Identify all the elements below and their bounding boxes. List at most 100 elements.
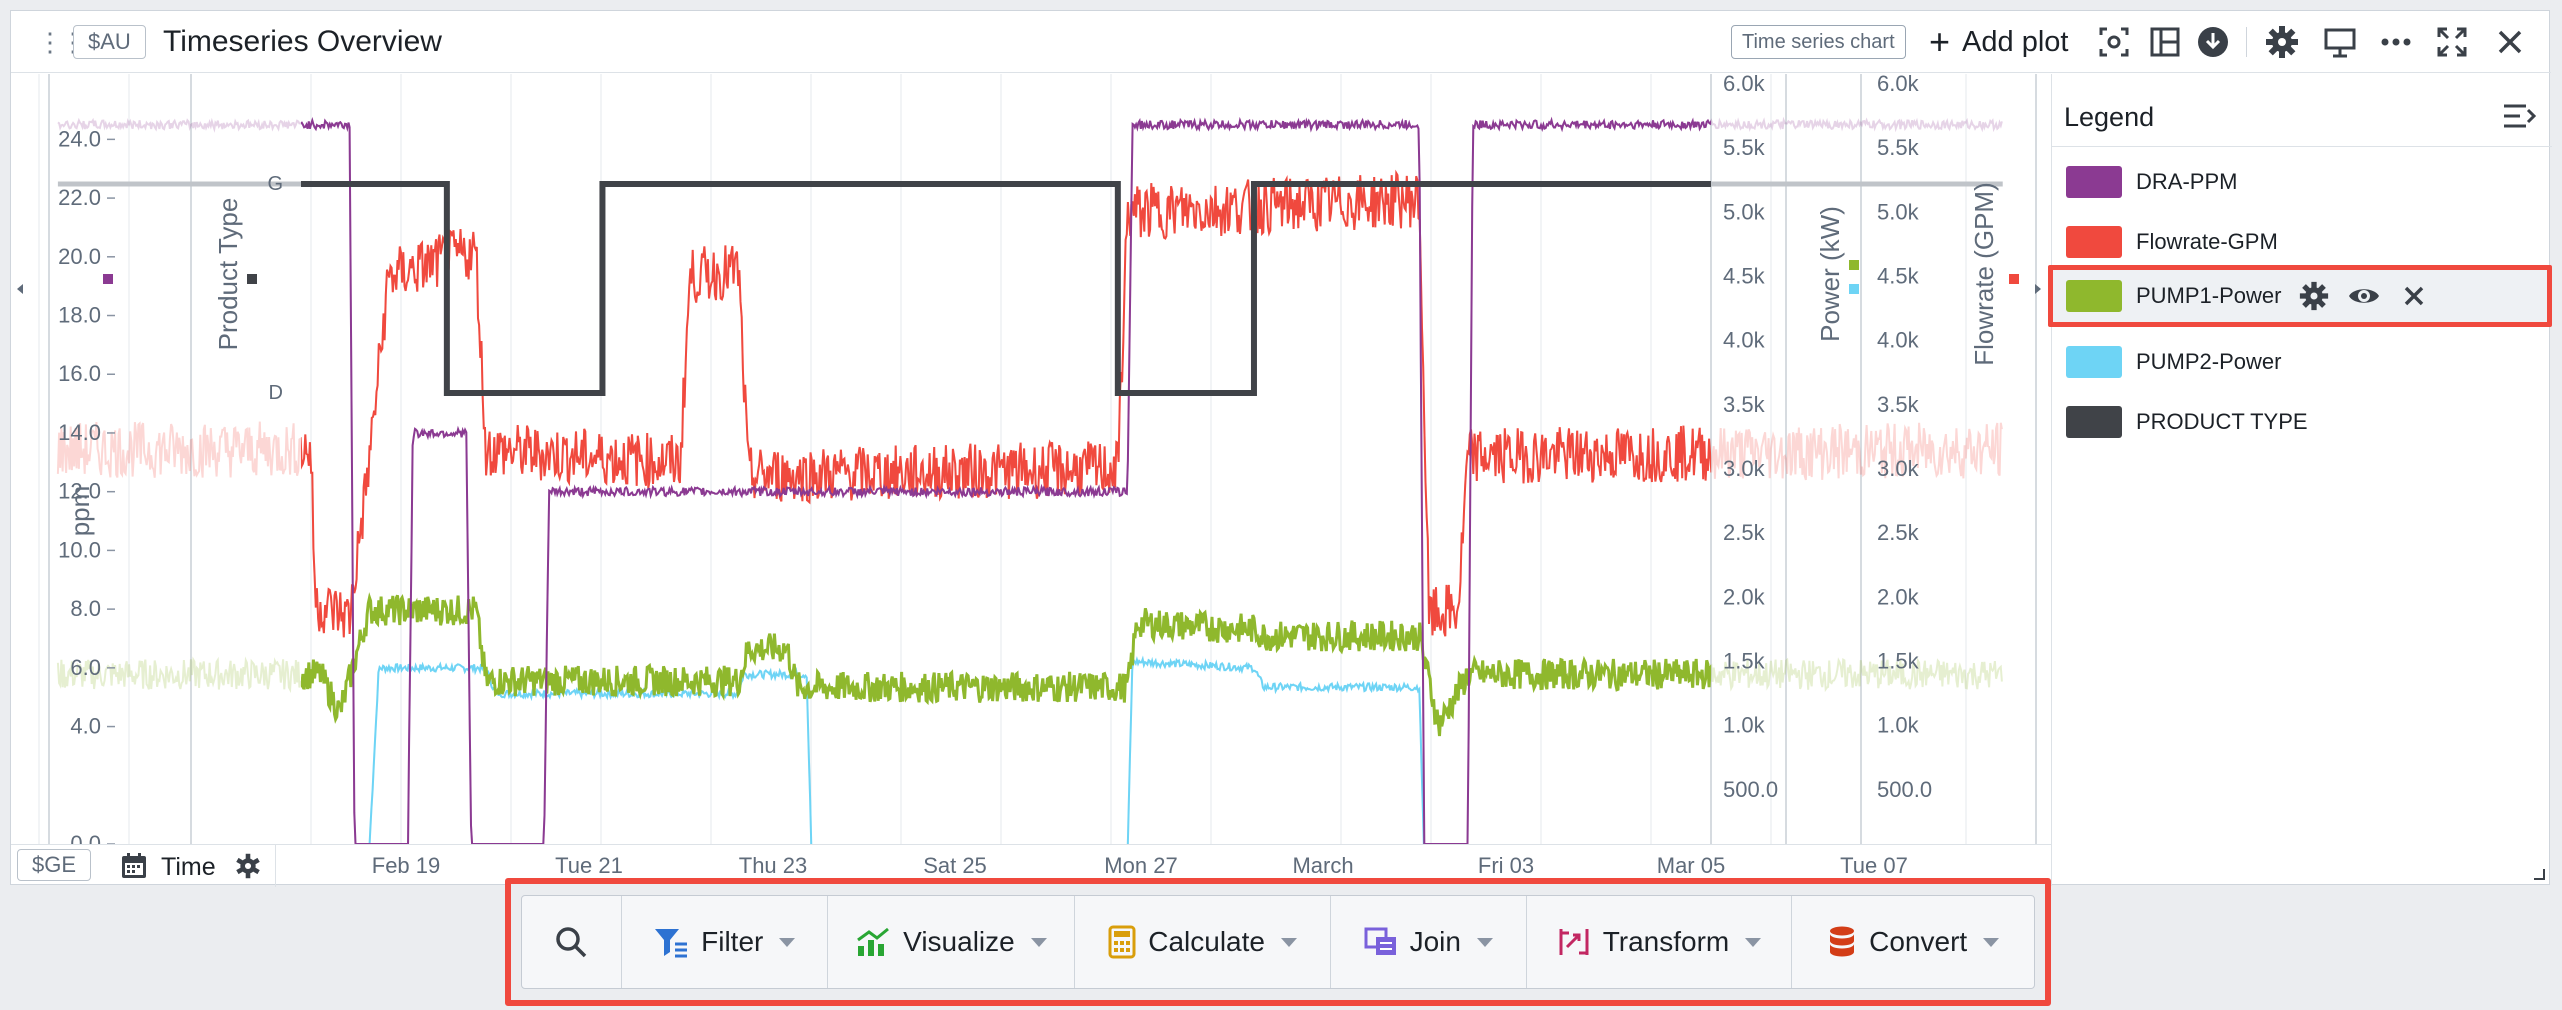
ppm-tick-label: 0.0 (70, 831, 101, 844)
calculate-label: Calculate (1148, 926, 1265, 957)
fullscreen-icon[interactable] (2431, 21, 2473, 63)
power-tick-label: 2.5k (1723, 520, 1766, 545)
join-button[interactable]: Join (1331, 896, 1527, 988)
close-icon[interactable] (2489, 21, 2531, 63)
convert-label: Convert (1869, 926, 1968, 957)
ppm-tick-label: 20.0 (58, 244, 101, 269)
visualize-button[interactable]: Visualize (828, 896, 1076, 988)
calculate-button[interactable]: Calculate (1075, 896, 1331, 988)
scroll-right-icon (2035, 284, 2041, 294)
power-axis-marker (1849, 284, 1859, 294)
legend-item-label: PUMP2-Power (2136, 349, 2282, 374)
filter-icon (655, 929, 688, 958)
search-icon (556, 927, 587, 958)
ppm-tick-label: 24.0 (58, 126, 101, 151)
visibility-eye-icon[interactable] (2344, 276, 2384, 316)
power-tick-label: 4.0k (1723, 328, 1766, 353)
x-tick-label: March (1292, 853, 1353, 878)
legend-title: Legend (2064, 102, 2155, 132)
chart-area[interactable]: 0.0 4.0 6.0 8.0 10.0 12.0 14.0 16.0 18.0 20.0 22.0… (11, 74, 2051, 844)
x-tick-label: Mon 27 (1104, 853, 1177, 878)
legend-item-pump2-power[interactable]: PUMP2-Power (2066, 342, 2281, 382)
flowrate-tick-label: 5.5k (1877, 135, 1920, 160)
ppm-tick-label: 18.0 (58, 303, 101, 328)
power-tick-label: 4.5k (1723, 264, 1766, 289)
flowrate-axis-marker (2009, 274, 2019, 284)
power-tick-label: 500.0 (1723, 777, 1778, 802)
flowrate-tick-label: 500.0 (1877, 777, 1932, 802)
power-tick-label: 3.0k (1723, 456, 1766, 481)
product-type-axis-marker (247, 274, 257, 284)
flowrate-tick-label: 5.0k (1877, 199, 1920, 224)
product-type-tick-label: D (269, 382, 283, 404)
ppm-tick-label: 4.0 (70, 714, 101, 739)
transform-label: Transform (1602, 926, 1730, 957)
legend-item-dra-ppm[interactable]: DRA-PPM (2066, 162, 2237, 202)
transform-button[interactable]: Transform (1527, 896, 1793, 988)
flowrate-tick-label: 2.0k (1877, 584, 1920, 609)
resize-handle-icon[interactable] (2531, 866, 2545, 880)
calculator-icon (1108, 925, 1136, 959)
header-divider (2246, 27, 2247, 57)
select-area-icon[interactable] (2093, 21, 2135, 63)
x-tick-label: Tue 07 (1840, 853, 1908, 878)
asset-tag[interactable]: $AU (73, 25, 146, 59)
search-button[interactable] (522, 896, 622, 988)
x-tick-label: Mar 05 (1657, 853, 1725, 878)
legend-item-product-type[interactable]: PRODUCT TYPE (2066, 402, 2308, 442)
filter-button[interactable]: Filter (622, 896, 828, 988)
flowrate-tick-label: 4.5k (1877, 264, 1920, 289)
legend-swatch (2066, 406, 2122, 438)
download-icon[interactable] (2192, 21, 2234, 63)
join-icon (1364, 927, 1396, 955)
x-tick-label: Feb 19 (372, 853, 441, 878)
legend-panel: Legend DRA-PPM Flowrate-GPM PUMP1-Power (2048, 74, 2552, 886)
legend-item-flowrate-gpm[interactable]: Flowrate-GPM (2066, 222, 2278, 262)
flowrate-axis-label: Flowrate (GPM) (1969, 182, 1999, 365)
flowrate-tick-label: 6.0k (1877, 74, 1920, 96)
settings-gear-icon[interactable] (2261, 21, 2303, 63)
add-plot-button[interactable]: + Add plot (1929, 23, 2068, 61)
ppm-tick-label: 10.0 (58, 537, 101, 562)
legend-divider (2052, 146, 2552, 147)
collapse-legend-icon[interactable] (2502, 102, 2538, 135)
ppm-axis-marker (103, 274, 113, 284)
power-axis-label: Power (kW) (1815, 206, 1845, 342)
chevron-down-icon (1983, 937, 2000, 947)
ppm-tick-label: 22.0 (58, 185, 101, 210)
flowrate-tick-label: 4.0k (1877, 328, 1920, 353)
x-tick-label: Sat 25 (923, 853, 987, 878)
legend-swatch (2066, 166, 2122, 198)
plus-icon: + (1929, 21, 1951, 62)
visualize-label: Visualize (903, 926, 1015, 957)
x-tick-label: Fri 03 (1478, 853, 1534, 878)
legend-item-pump1-power[interactable]: PUMP1-Power (2066, 276, 2546, 316)
chart-type-tag: Time series chart (1731, 25, 1906, 59)
more-options-icon[interactable] (2375, 21, 2417, 63)
layout-icon[interactable] (2144, 21, 2186, 63)
power-tick-label: 1.5k (1723, 649, 1766, 674)
app-root: ⋮⋮ $AU Timeseries Overview Time series c… (0, 0, 2562, 1010)
database-icon (1830, 926, 1855, 957)
product-type-axis-label: Product Type (213, 198, 243, 351)
transform-icon (1559, 929, 1589, 955)
timeseries-panel: ⋮⋮ $AU Timeseries Overview Time series c… (10, 10, 2552, 887)
chevron-down-icon (1030, 937, 1047, 947)
power-tick-label: 5.0k (1723, 199, 1766, 224)
remove-series-close-icon[interactable] (2394, 276, 2434, 316)
join-label: Join (1409, 926, 1461, 957)
add-plot-label: Add plot (1962, 25, 2069, 58)
convert-button[interactable]: Convert (1792, 896, 2034, 988)
legend-item-label: PUMP1-Power (2136, 283, 2282, 308)
panel-title[interactable]: Timeseries Overview (163, 25, 442, 59)
presentation-icon[interactable] (2319, 21, 2361, 63)
legend-swatch (2066, 346, 2122, 378)
timeseries-chart[interactable]: 0.04.06.08.010.012.014.016.018.020.022.0… (11, 74, 2051, 844)
power-tick-label: 3.5k (1723, 392, 1766, 417)
power-tick-label: 6.0k (1723, 74, 1766, 96)
legend-item-label: Flowrate-GPM (2136, 229, 2278, 254)
product-type-tick-label: G (267, 173, 283, 195)
visualize-icon (857, 927, 890, 956)
series-settings-gear-icon[interactable] (2294, 276, 2334, 316)
power-tick-label: 2.0k (1723, 584, 1766, 609)
